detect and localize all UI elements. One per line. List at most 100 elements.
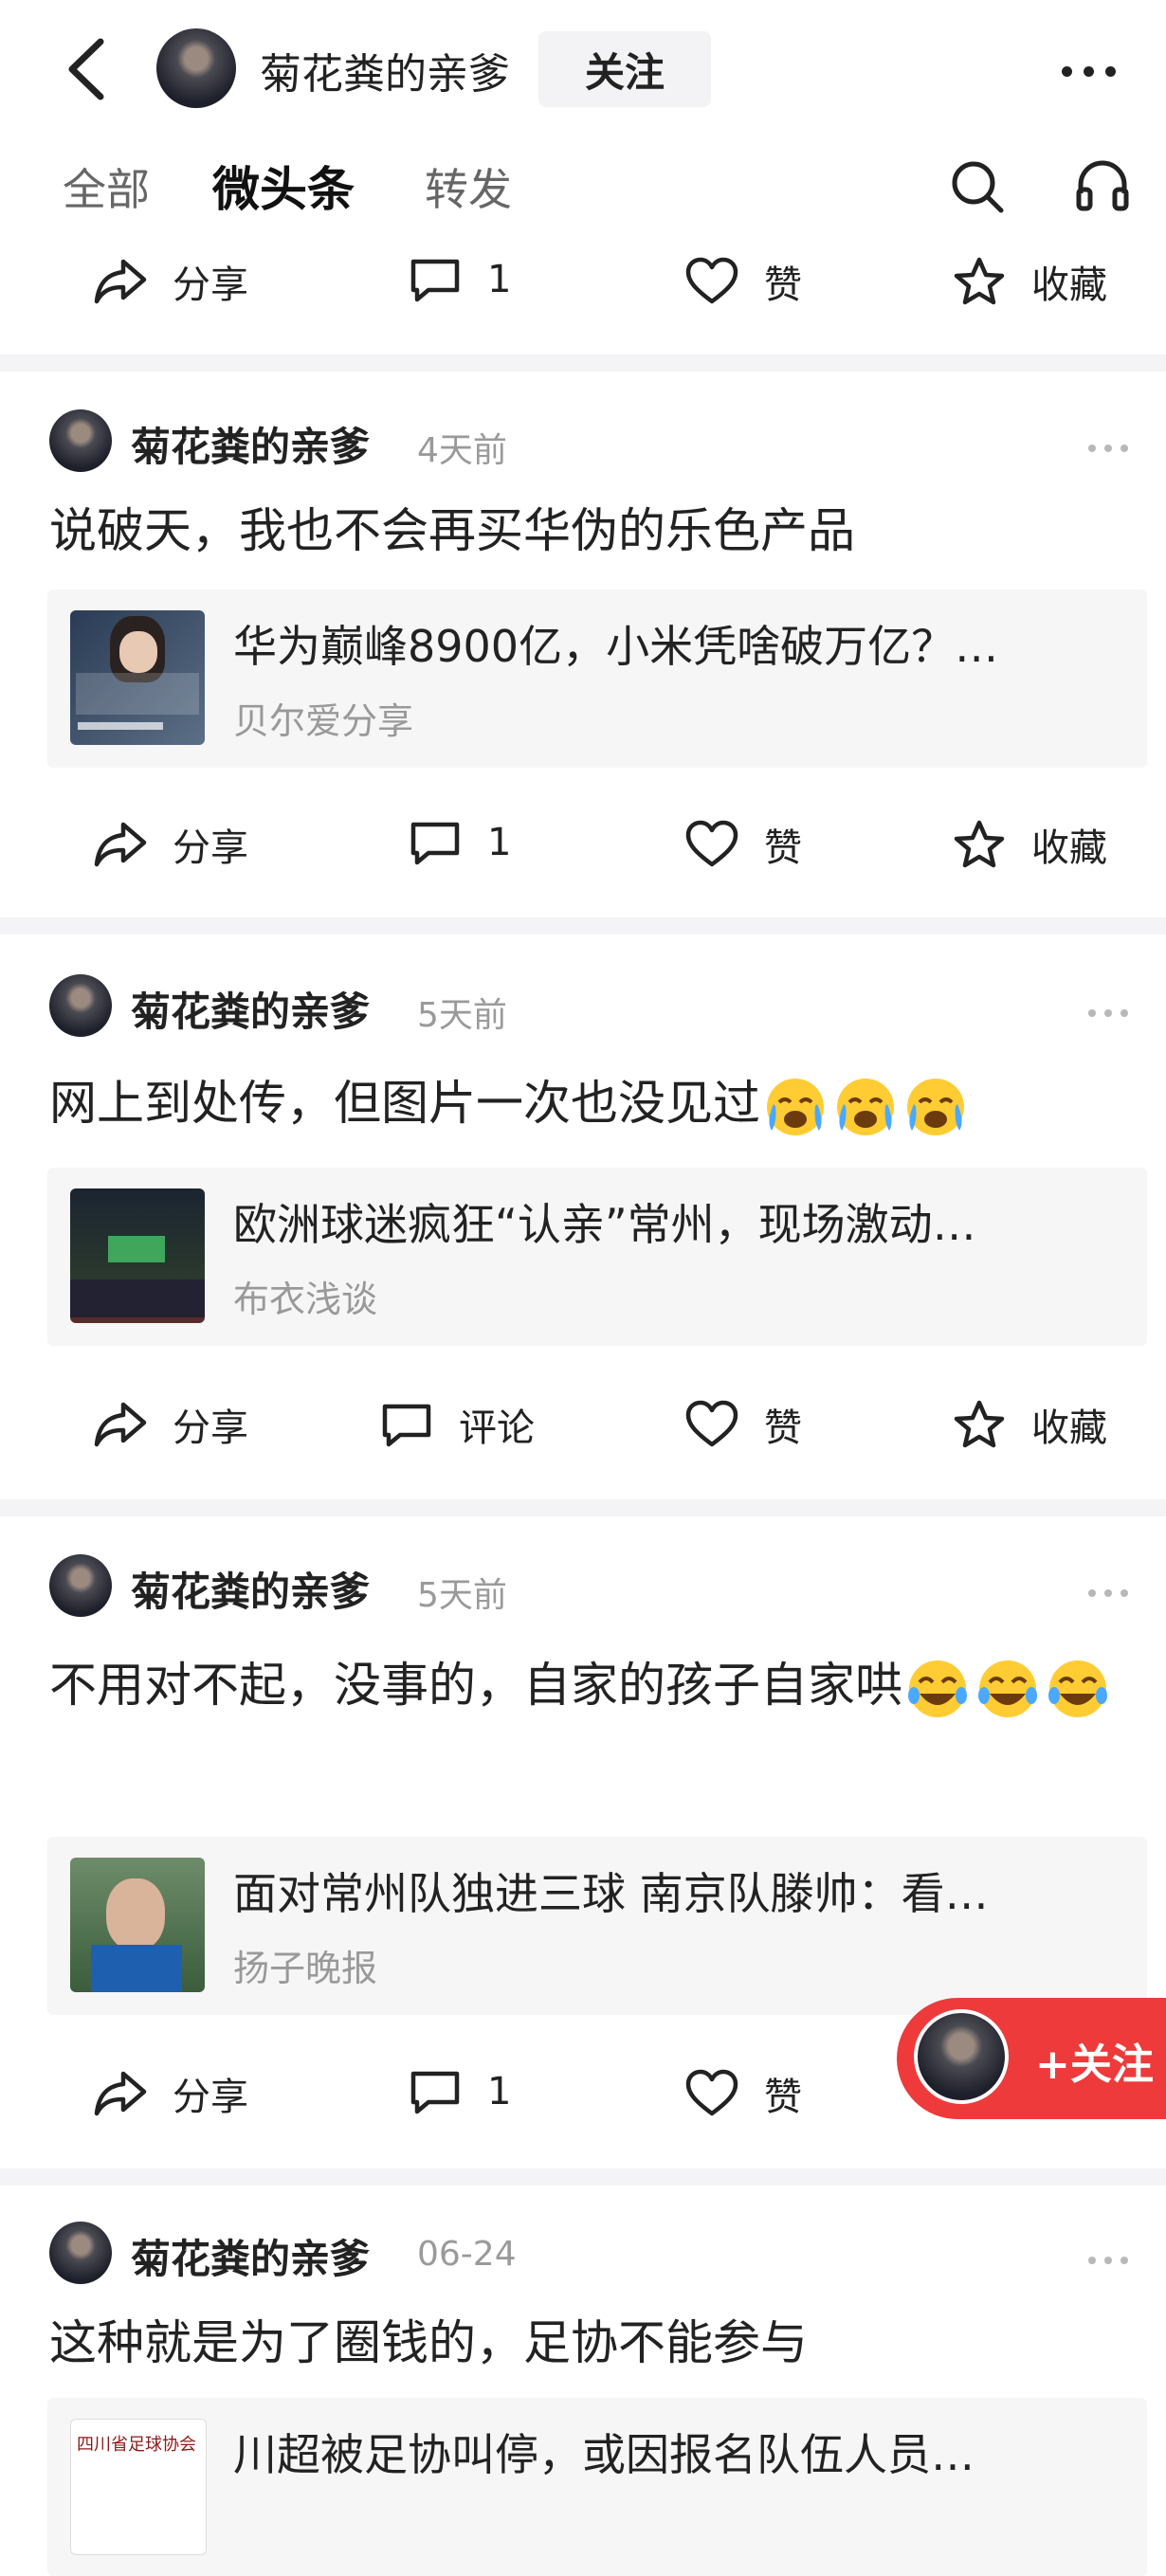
like-button[interactable]: 赞: [684, 817, 802, 872]
comment-icon: [382, 1404, 431, 1447]
post-text: 这种就是为了圈钱的，足协不能参与: [49, 2315, 808, 2370]
comment-count: 1: [487, 2070, 512, 2113]
action-bar: 分享 评论 赞 收藏: [0, 1380, 1166, 1465]
search-icon[interactable]: [948, 157, 1007, 216]
share-icon: [94, 259, 147, 304]
author-avatar[interactable]: [49, 1554, 112, 1617]
comment-button[interactable]: 1: [408, 254, 511, 305]
comment-icon: [410, 259, 460, 302]
author-name[interactable]: 菊花粪的亲爹: [260, 40, 510, 100]
more-icon[interactable]: [1088, 1003, 1137, 1021]
share-label: 分享: [173, 826, 248, 870]
tab-repost[interactable]: 转发: [425, 155, 512, 218]
crying-emoji-icon: [767, 1078, 824, 1135]
comment-button[interactable]: 1: [408, 817, 511, 868]
share-button[interactable]: 分享: [93, 2066, 248, 2121]
comment-count: 1: [487, 258, 512, 301]
author-avatar[interactable]: [49, 2222, 112, 2284]
post-text: 网上到处传，但图片一次也没见过: [49, 1061, 1139, 1145]
like-label: 赞: [764, 2076, 802, 2119]
author-avatar[interactable]: [49, 974, 112, 1037]
author-avatar: [914, 2009, 1009, 2104]
author-name[interactable]: 菊花粪的亲爹: [131, 980, 370, 1038]
heart-icon: [685, 820, 738, 867]
post-text: 不用对不起，没事的，自家的孩子自家哄: [49, 1643, 1139, 1727]
more-icon[interactable]: [1088, 438, 1137, 456]
star-icon: [954, 820, 1005, 868]
floating-follow-button[interactable]: +关注: [897, 1998, 1166, 2119]
comment-icon: [410, 2071, 460, 2114]
like-label: 赞: [764, 263, 802, 307]
action-bar: 分享 1 赞 收藏: [0, 237, 1166, 322]
post-text-content: 不用对不起，没事的，自家的孩子自家哄: [49, 1658, 902, 1713]
article-title: 华为巅峰8900亿，小米凭啥破万亿？…: [233, 621, 999, 672]
linked-article-card[interactable]: 四川省足球协会 川超被足协叫停，或因报名队伍人员…: [47, 2398, 1147, 2576]
author-name[interactable]: 菊花粪的亲爹: [131, 1560, 370, 1618]
headphones-icon[interactable]: [1073, 155, 1132, 214]
thumbnail-caption: 四川省足球协会: [77, 2435, 196, 2455]
laughing-emoji-icon: [908, 1660, 967, 1717]
post-text-content: 网上到处传，但图片一次也没见过: [49, 1076, 760, 1131]
linked-article-card[interactable]: 欧洲球迷疯狂“认亲”常州，现场激动… 布衣浅谈: [47, 1168, 1147, 1346]
favorite-button[interactable]: 收藏: [952, 1397, 1107, 1452]
share-label: 分享: [173, 2076, 248, 2119]
author-name[interactable]: 菊花粪的亲爹: [131, 415, 370, 473]
article-thumbnail: [70, 610, 205, 745]
crying-emoji-icon: [837, 1078, 894, 1135]
more-icon[interactable]: [1062, 63, 1128, 77]
post-text: 说破天，我也不会再买华伪的乐色产品: [49, 503, 855, 558]
divider: [0, 917, 1166, 934]
follow-label: +关注: [1035, 2041, 1154, 2089]
author-avatar[interactable]: [156, 28, 236, 108]
divider: [0, 1499, 1166, 1516]
author-avatar[interactable]: [49, 409, 112, 472]
comment-button[interactable]: 1: [408, 2066, 511, 2117]
tab-micro-headline[interactable]: 微头条: [212, 152, 355, 220]
comment-count: 1: [487, 821, 512, 864]
favorite-button[interactable]: 收藏: [952, 254, 1107, 309]
share-button[interactable]: 分享: [93, 254, 248, 309]
share-icon: [94, 1402, 147, 1447]
more-icon[interactable]: [1088, 1583, 1137, 1601]
star-icon: [954, 1400, 1005, 1448]
post-time: 5天前: [417, 996, 507, 1035]
linked-article-card[interactable]: 华为巅峰8900亿，小米凭啥破万亿？… 贝尔爱分享: [47, 590, 1147, 768]
like-button[interactable]: 赞: [684, 254, 802, 309]
linked-article-card[interactable]: 面对常州队独进三球 南京队滕帅：看… 扬子晚报: [47, 1837, 1147, 2015]
like-button[interactable]: 赞: [684, 2066, 802, 2121]
divider: [0, 2168, 1166, 2186]
tab-all[interactable]: 全部: [63, 155, 150, 218]
article-title: 欧洲球迷疯狂“认亲”常州，现场激动…: [233, 1199, 976, 1250]
star-icon: [954, 257, 1005, 305]
crying-emoji-icon: [907, 1078, 964, 1135]
post-time: 4天前: [417, 431, 507, 470]
favorite-button[interactable]: 收藏: [952, 817, 1107, 872]
share-label: 分享: [173, 263, 248, 307]
share-icon: [94, 2071, 147, 2116]
action-bar: 分享 1 赞 收藏: [0, 800, 1166, 885]
post-header: 菊花粪的亲爹 5天前: [0, 963, 1166, 1048]
share-button[interactable]: 分享: [93, 817, 248, 872]
comment-label: 评论: [459, 1406, 535, 1450]
comment-button[interactable]: 评论: [379, 1397, 535, 1452]
follow-button[interactable]: 关注: [538, 31, 711, 107]
article-source: 贝尔爱分享: [233, 700, 414, 742]
back-arrow-icon[interactable]: [59, 36, 116, 102]
like-label: 赞: [764, 1406, 802, 1450]
article-source: 扬子晚报: [233, 1948, 378, 1989]
like-label: 赞: [764, 826, 802, 870]
like-button[interactable]: 赞: [684, 1397, 802, 1452]
divider: [0, 354, 1166, 372]
top-bar: 菊花粪的亲爹 关注: [0, 0, 1166, 142]
post-header: 菊花粪的亲爹 4天前: [0, 398, 1166, 483]
favorite-label: 收藏: [1031, 826, 1107, 870]
favorite-label: 收藏: [1031, 1406, 1107, 1450]
article-title: 川超被足协叫停，或因报名队伍人员…: [233, 2429, 975, 2480]
article-source: 布衣浅谈: [233, 1279, 378, 1320]
share-button[interactable]: 分享: [93, 1397, 248, 1452]
author-name[interactable]: 菊花粪的亲爹: [131, 2227, 370, 2285]
laughing-emoji-icon: [978, 1660, 1037, 1717]
article-thumbnail: [70, 1188, 205, 1323]
heart-icon: [685, 257, 738, 304]
more-icon[interactable]: [1088, 2250, 1137, 2268]
